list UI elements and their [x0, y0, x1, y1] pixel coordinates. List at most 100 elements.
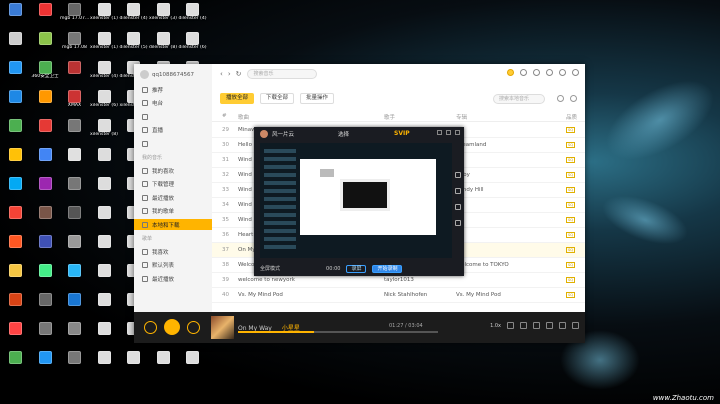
- close-icon[interactable]: [572, 69, 579, 76]
- desktop-icon[interactable]: [60, 118, 89, 146]
- desktop-icon[interactable]: [31, 234, 60, 262]
- desktop-icon[interactable]: [60, 234, 89, 262]
- desktop-icon[interactable]: [31, 205, 60, 233]
- close-icon[interactable]: [455, 130, 460, 135]
- view-icon[interactable]: [570, 95, 577, 102]
- desktop-icon[interactable]: [90, 234, 119, 262]
- desktop-icon[interactable]: [31, 176, 60, 204]
- desktop-icon[interactable]: [60, 147, 89, 175]
- minimize-icon[interactable]: [559, 69, 566, 76]
- artist[interactable]: taylor1013: [384, 277, 462, 283]
- mode-icon[interactable]: [546, 322, 553, 329]
- play-all-button[interactable]: 播放全部: [220, 93, 255, 104]
- desktop-icon[interactable]: xilenster (3): [149, 2, 178, 30]
- desktop-icon[interactable]: [31, 2, 60, 30]
- desktop-icon[interactable]: mgb 17.08: [60, 31, 89, 59]
- sidebar-item[interactable]: [134, 111, 212, 122]
- desktop-icon[interactable]: [90, 292, 119, 320]
- sidebar-item[interactable]: 最近播放: [134, 192, 212, 203]
- desktop-icon[interactable]: [90, 147, 119, 175]
- pause-icon[interactable]: [164, 319, 180, 335]
- desktop-icon[interactable]: [31, 31, 60, 59]
- desktop-icon[interactable]: [1, 263, 30, 291]
- desktop-icon[interactable]: xilenster (4): [90, 60, 119, 88]
- desktop-icon[interactable]: [90, 205, 119, 233]
- fullscreen-select[interactable]: 全屏模式: [260, 265, 280, 272]
- download-icon[interactable]: [520, 322, 527, 329]
- desktop-icon[interactable]: dilenster (4): [178, 2, 207, 30]
- desktop-icon[interactable]: [90, 350, 119, 378]
- sort-icon[interactable]: [557, 95, 564, 102]
- mail-icon[interactable]: [520, 69, 527, 76]
- desktop-icon[interactable]: [31, 118, 60, 146]
- comment-icon[interactable]: [533, 322, 540, 329]
- minimize-icon[interactable]: [446, 130, 451, 135]
- menu-icon[interactable]: [437, 130, 442, 135]
- desktop-icon[interactable]: [60, 263, 89, 291]
- desktop-icon[interactable]: [1, 234, 30, 262]
- desktop-icon[interactable]: [60, 60, 89, 88]
- song-title[interactable]: Vs. My Mind Pod: [238, 292, 363, 298]
- desktop-icon[interactable]: [31, 263, 60, 291]
- desktop-icon[interactable]: xilenster (1): [90, 31, 119, 59]
- desktop-icon[interactable]: [1, 205, 30, 233]
- webcam-icon[interactable]: [455, 220, 461, 226]
- local-search-input[interactable]: 搜索本地音乐: [493, 94, 545, 104]
- record-button[interactable]: 录屏: [346, 264, 367, 273]
- desktop-icon[interactable]: [90, 321, 119, 349]
- desktop-icon[interactable]: mgb 17.07...: [60, 2, 89, 30]
- artist[interactable]: Nick Stahlhofen: [384, 292, 462, 298]
- desktop-icon[interactable]: 360安全卫士: [31, 60, 60, 88]
- album[interactable]: Baby: [456, 172, 536, 178]
- like-icon[interactable]: [507, 322, 514, 329]
- desktop-icon[interactable]: [1, 147, 30, 175]
- progress-bar[interactable]: [238, 331, 438, 333]
- desktop-icon[interactable]: [178, 350, 207, 378]
- album[interactable]: Welcome to TOKYO: [456, 262, 536, 268]
- volume-icon[interactable]: [559, 322, 566, 329]
- sidebar-item[interactable]: 推荐: [134, 84, 212, 95]
- desktop-icon[interactable]: [149, 350, 178, 378]
- album[interactable]: Vs. My Mind Pod: [456, 292, 536, 298]
- camera-icon[interactable]: [455, 204, 461, 210]
- desktop-icon[interactable]: [60, 205, 89, 233]
- vip-icon[interactable]: [507, 69, 514, 76]
- desktop-icon[interactable]: [31, 147, 60, 175]
- desktop-icon[interactable]: dilenster (4): [119, 2, 148, 30]
- sidebar-item[interactable]: 我的喜欢: [134, 165, 212, 176]
- desktop-icon[interactable]: [31, 292, 60, 320]
- desktop-icon[interactable]: [90, 176, 119, 204]
- desktop-icon[interactable]: xilenster (6): [90, 89, 119, 117]
- start-record-button[interactable]: 开始录制: [372, 264, 403, 273]
- speed-label[interactable]: 1.0x: [490, 323, 501, 329]
- sidebar-item[interactable]: 最近播放: [134, 273, 212, 284]
- pen-icon[interactable]: [455, 188, 461, 194]
- refresh-icon[interactable]: ↻: [236, 70, 242, 78]
- forward-icon[interactable]: ›: [228, 70, 231, 78]
- album[interactable]: Dreamland: [456, 142, 536, 148]
- svip-badge[interactable]: SVIP: [394, 130, 410, 137]
- sidebar-item[interactable]: [134, 138, 212, 149]
- album[interactable]: Windy Hill: [456, 187, 536, 193]
- desktop-icon[interactable]: [1, 292, 30, 320]
- download-button[interactable]: 下载全部: [260, 93, 295, 104]
- col-album[interactable]: 专辑: [456, 113, 467, 121]
- settings-icon[interactable]: [546, 69, 553, 76]
- col-title[interactable]: 歌曲: [238, 113, 249, 121]
- sidebar-item[interactable]: 我的歌单: [134, 206, 212, 217]
- text-icon[interactable]: [455, 172, 461, 178]
- sidebar-item[interactable]: 默认列表: [134, 260, 212, 271]
- desktop-icon[interactable]: dilenster (8): [149, 31, 178, 59]
- batch-button[interactable]: 批量操作: [300, 93, 335, 104]
- sidebar-item[interactable]: 直播: [134, 125, 212, 136]
- sidebar-item[interactable]: 我喜欢: [134, 246, 212, 257]
- desktop-icon[interactable]: xilenster (8): [90, 118, 119, 146]
- desktop-icon[interactable]: [60, 321, 89, 349]
- sidebar-item[interactable]: 电台: [134, 98, 212, 109]
- next-icon[interactable]: [187, 321, 200, 334]
- desktop-icon[interactable]: [1, 118, 30, 146]
- back-icon[interactable]: ‹: [220, 70, 223, 78]
- col-artist[interactable]: 歌手: [384, 113, 395, 121]
- playlist-icon[interactable]: [572, 322, 579, 329]
- sidebar-item[interactable]: 下载管理: [134, 179, 212, 190]
